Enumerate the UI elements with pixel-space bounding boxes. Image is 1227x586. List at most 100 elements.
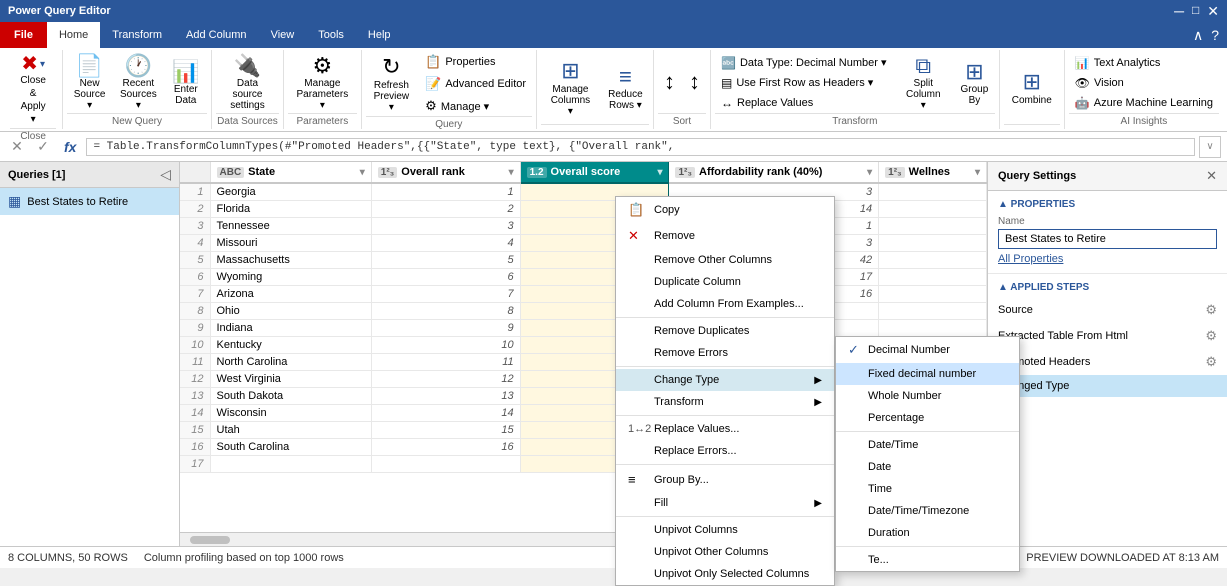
ctx-change-type[interactable]: Change Type ▶ — [616, 369, 834, 391]
data-source-settings-btn[interactable]: 🔌 Data sourcesettings — [216, 52, 279, 113]
advanced-editor-btn[interactable]: 📝 Advanced Editor — [419, 74, 532, 94]
maximize-btn[interactable]: □ — [1192, 3, 1199, 20]
ctx-replace-errors[interactable]: Replace Errors... — [616, 440, 834, 462]
ctx-transform[interactable]: Transform ▶ — [616, 391, 834, 413]
group-label-transform: Transform — [715, 113, 995, 127]
vision-btn[interactable]: 👁 Vision — [1069, 74, 1219, 92]
sub-datetimezone[interactable]: Date/Time/Timezone — [836, 500, 1019, 522]
formula-confirm-btn[interactable]: ✓ — [32, 136, 54, 158]
properties-btn[interactable]: 📋 Properties — [419, 52, 532, 72]
tab-help[interactable]: Help — [356, 22, 403, 48]
cell-well — [879, 286, 987, 303]
cell-well — [879, 252, 987, 269]
reduce-rows-btn[interactable]: ≡ ReduceRows ▾ — [602, 63, 649, 113]
col-overall-score[interactable]: 1.2 Overall score ▾ — [520, 162, 669, 183]
ctx-duplicate[interactable]: Duplicate Column — [616, 271, 834, 293]
step-extracted-gear[interactable]: ⚙ — [1205, 328, 1217, 344]
ctx-add-from-examples[interactable]: Add Column From Examples... — [616, 293, 834, 315]
settings-close-icon[interactable]: ✕ — [1206, 168, 1217, 184]
tab-transform[interactable]: Transform — [100, 22, 174, 48]
table-row: 8 Ohio 8 — [180, 303, 987, 320]
manage-parameters-btn[interactable]: ⚙ ManageParameters ▾ — [288, 52, 356, 113]
sub-duration[interactable]: Duration — [836, 522, 1019, 544]
step-promoted-gear[interactable]: ⚙ — [1205, 354, 1217, 370]
ctx-fill[interactable]: Fill ▶ — [616, 492, 834, 514]
refresh-preview-btn[interactable]: ↻ RefreshPreview ▾ — [366, 53, 418, 114]
manage-columns-btn[interactable]: ⊞ ManageColumns ▾ — [541, 57, 600, 118]
cell-rank: 2 — [371, 201, 520, 218]
ctx-unpivot-selected[interactable]: Unpivot Only Selected Columns — [616, 563, 834, 585]
col-overall-rank[interactable]: 1²₃ Overall rank ▾ — [371, 162, 520, 183]
azure-ml-btn[interactable]: 🤖 Azure Machine Learning — [1069, 94, 1219, 112]
cell-rownum: 10 — [180, 337, 210, 354]
cell-rownum: 11 — [180, 354, 210, 371]
ctx-remove-errors[interactable]: Remove Errors — [616, 342, 834, 364]
group-label-parameters: Parameters — [288, 113, 356, 127]
ctx-copy[interactable]: 📋 Copy — [616, 197, 834, 223]
tab-add-column[interactable]: Add Column — [174, 22, 259, 48]
query-name-input[interactable] — [998, 229, 1217, 249]
data-type-btn[interactable]: 🔤 Data Type: Decimal Number ▾ — [715, 54, 893, 72]
tab-home[interactable]: Home — [47, 22, 100, 48]
col-affordability[interactable]: 1²₃ Affordability rank (40%) ▾ — [669, 162, 879, 183]
group-label-data-sources: Data Sources — [216, 113, 279, 127]
sub-divider-2 — [836, 546, 1019, 547]
sub-fixed-decimal[interactable]: Fixed decimal number — [836, 363, 1019, 385]
tab-file[interactable]: File — [0, 22, 47, 48]
cell-rank: 11 — [371, 354, 520, 371]
ctx-remove-other[interactable]: Remove Other Columns — [616, 249, 834, 271]
new-source-btn[interactable]: 📄 NewSource ▾ — [67, 52, 112, 113]
all-properties-link[interactable]: All Properties — [998, 253, 1217, 265]
col-state[interactable]: ABC State ▾ — [210, 162, 371, 183]
settings-panel: Query Settings ✕ ▲ PROPERTIES Name All P… — [987, 162, 1227, 546]
sub-percentage[interactable]: Percentage — [836, 407, 1019, 429]
ctx-unpivot[interactable]: Unpivot Columns — [616, 519, 834, 541]
ctx-unpivot-other[interactable]: Unpivot Other Columns — [616, 541, 834, 563]
sub-datetime[interactable]: Date/Time — [836, 434, 1019, 456]
enter-data-btn[interactable]: 📊 EnterData — [165, 58, 207, 108]
step-promoted-headers[interactable]: Promoted Headers ⚙ — [988, 349, 1227, 375]
cell-state: Arizona — [210, 286, 371, 303]
minimize-btn[interactable]: ─ — [1174, 3, 1184, 20]
formula-expand-btn[interactable]: ∨ — [1199, 136, 1221, 158]
close-apply-btn[interactable]: ✖ ▾ Close &Apply ▾ — [10, 52, 56, 128]
formula-cancel-btn[interactable]: ✕ — [6, 136, 28, 158]
group-by-btn[interactable]: ⊞ GroupBy — [954, 58, 995, 108]
step-source-gear[interactable]: ⚙ — [1205, 302, 1217, 318]
cell-state: Wyoming — [210, 269, 371, 286]
ribbon-group-data-sources: 🔌 Data sourcesettings Data Sources — [212, 50, 284, 129]
ctx-remove-dupes[interactable]: Remove Duplicates — [616, 320, 834, 342]
cell-rank: 3 — [371, 218, 520, 235]
formula-input[interactable] — [86, 138, 1195, 156]
tab-tools[interactable]: Tools — [306, 22, 356, 48]
sub-whole-number[interactable]: Whole Number — [836, 385, 1019, 407]
ctx-group-by[interactable]: ≡ Group By... — [616, 467, 834, 492]
queries-collapse-btn[interactable]: ◁ — [160, 166, 171, 183]
query-item-best-states[interactable]: ▦ Best States to Retire — [0, 188, 179, 215]
sort-desc-btn[interactable]: ↕ — [683, 68, 706, 96]
cell-state: South Dakota — [210, 388, 371, 405]
ctx-remove[interactable]: ✕ Remove — [616, 223, 834, 249]
ctx-replace-values[interactable]: 1↔2 Replace Values... — [616, 418, 834, 440]
close-btn[interactable]: ✕ — [1207, 3, 1219, 20]
first-row-headers-btn[interactable]: ▤ Use First Row as Headers ▾ — [715, 74, 893, 92]
split-column-btn[interactable]: ⧉ SplitColumn ▾ — [897, 52, 951, 113]
cell-well — [879, 320, 987, 337]
text-analytics-btn[interactable]: 📊 Text Analytics — [1069, 54, 1219, 72]
replace-values-btn[interactable]: ↔ Replace Values — [715, 94, 893, 112]
sub-date[interactable]: Date — [836, 456, 1019, 478]
sort-asc-btn[interactable]: ↕ — [658, 68, 681, 96]
step-changed-type[interactable]: Changed Type — [988, 375, 1227, 397]
ribbon-tabs: File Home Transform Add Column View Tool… — [0, 22, 1227, 48]
step-extracted-table[interactable]: Extracted Table From Html ⚙ — [988, 323, 1227, 349]
step-source[interactable]: Source ⚙ — [988, 297, 1227, 323]
sub-decimal-number[interactable]: ✓ Decimal Number — [836, 337, 1019, 363]
combine-btn[interactable]: ⊞ Combine — [1004, 68, 1060, 107]
table-row: 9 Indiana 9 — [180, 320, 987, 337]
tab-view[interactable]: View — [259, 22, 307, 48]
sub-time[interactable]: Time — [836, 478, 1019, 500]
manage-btn[interactable]: ⚙ Manage ▾ — [419, 96, 532, 116]
col-wellness[interactable]: 1²₃ Wellnes ▾ — [879, 162, 987, 183]
settings-properties-section: ▲ PROPERTIES Name All Properties — [988, 191, 1227, 274]
recent-sources-btn[interactable]: 🕐 RecentSources ▾ — [114, 52, 163, 113]
